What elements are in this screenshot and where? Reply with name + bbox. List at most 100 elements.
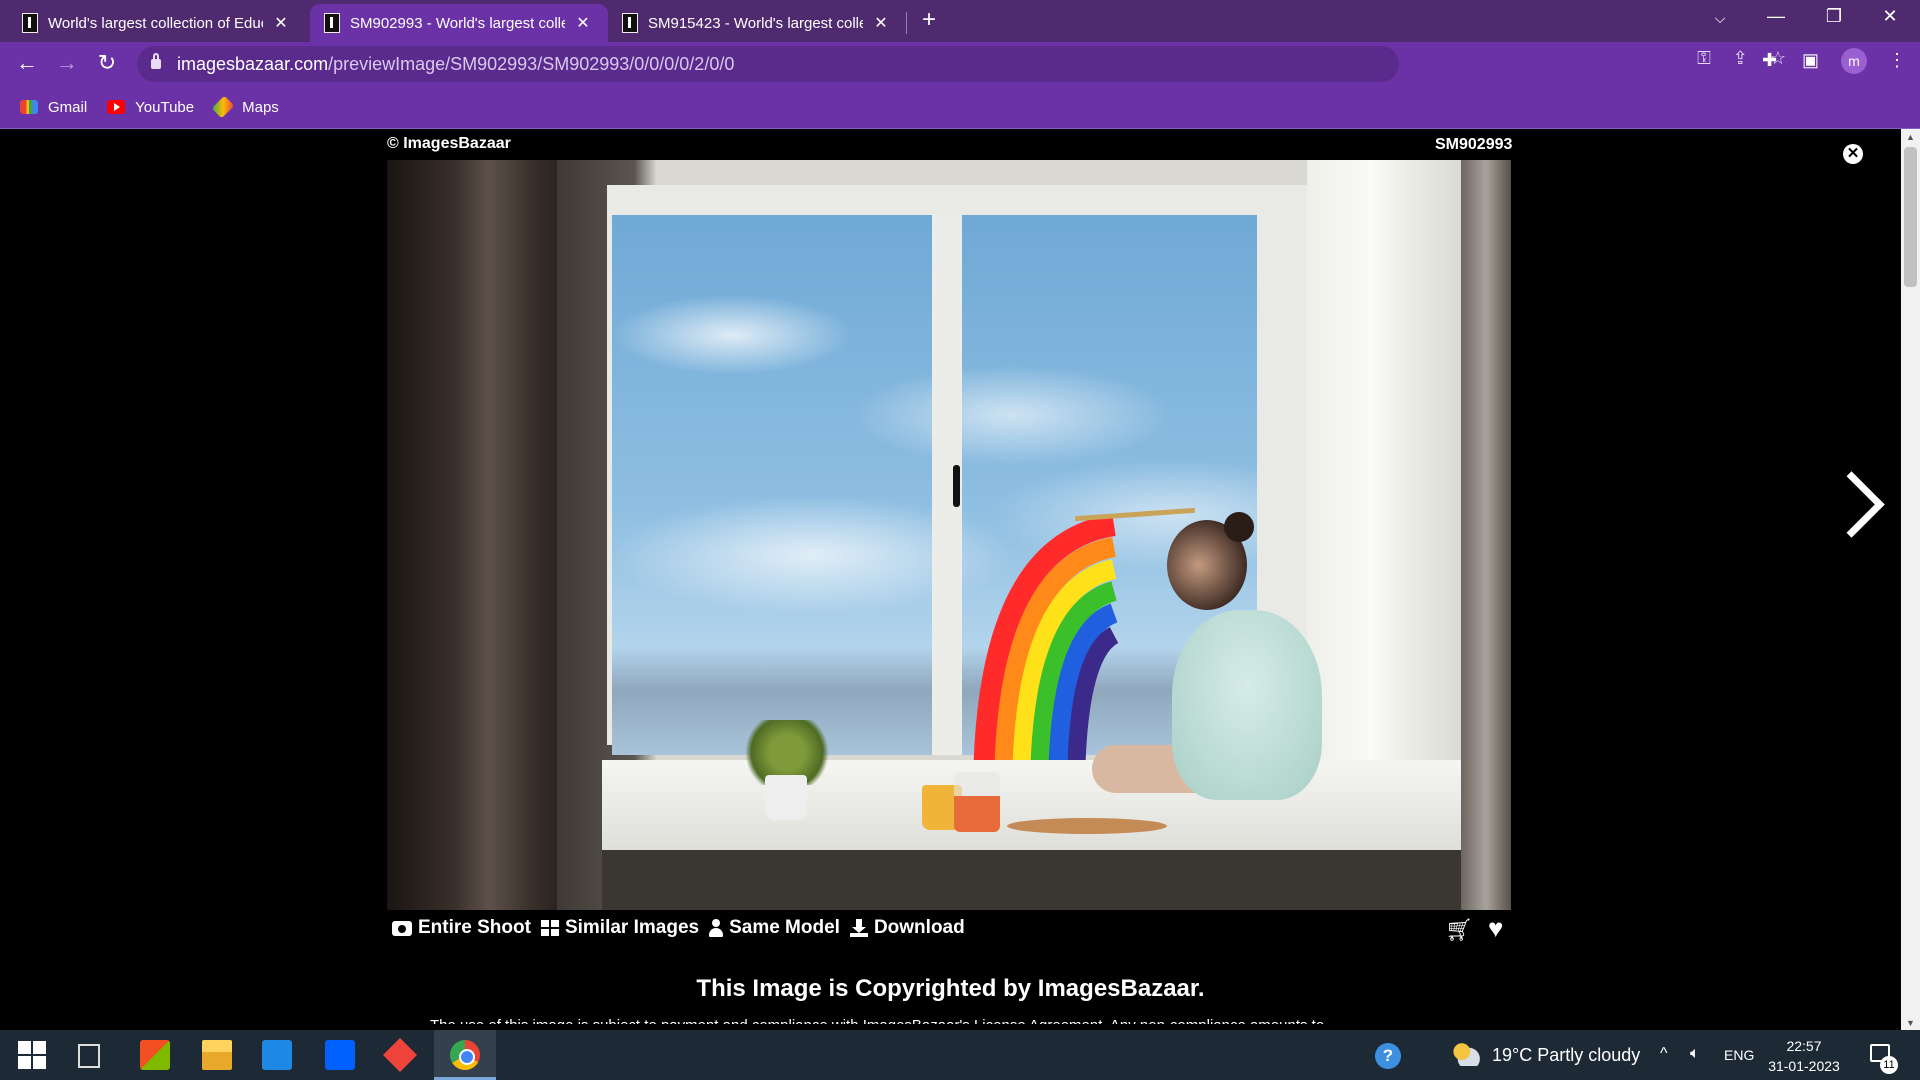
- anydesk-icon[interactable]: [383, 1038, 417, 1072]
- forward-arrow-icon[interactable]: →: [52, 50, 82, 76]
- side-panel-icon[interactable]: ▣: [1802, 50, 1819, 71]
- weather-partly-cloudy-icon[interactable]: [1452, 1042, 1480, 1066]
- clock-time: 22:57: [1786, 1038, 1822, 1054]
- copyright-heading: This Image is Copyrighted by ImagesBazaa…: [696, 975, 1205, 1002]
- tab-close-icon[interactable]: ✕: [871, 13, 891, 33]
- microsoft-store-icon[interactable]: [140, 1040, 170, 1070]
- image-credit: © ImagesBazaar: [387, 135, 511, 152]
- next-image-arrow-icon[interactable]: [1818, 471, 1885, 538]
- youtube-icon: [107, 100, 126, 114]
- language-indicator[interactable]: ENG: [1724, 1047, 1754, 1063]
- preview-image: [387, 160, 1511, 910]
- file-explorer-icon[interactable]: [202, 1040, 232, 1070]
- camera-icon: [392, 920, 412, 936]
- tab-sm902993[interactable]: SM902993 - World's largest colle ✕: [310, 4, 608, 42]
- clock-date: 31-01-2023: [1768, 1058, 1840, 1074]
- back-arrow-icon[interactable]: ←: [12, 50, 42, 76]
- scroll-thumb[interactable]: [1904, 147, 1917, 287]
- window-close-icon[interactable]: ✕: [1862, 6, 1918, 27]
- task-view-icon[interactable]: [78, 1044, 100, 1068]
- page-scrollbar[interactable]: ▲ ▼: [1901, 129, 1920, 1030]
- tab-title: SM902993 - World's largest colle: [350, 14, 565, 32]
- help-icon[interactable]: ?: [1375, 1043, 1401, 1069]
- photo-curtain-right: [1461, 160, 1511, 910]
- dropbox-icon[interactable]: [325, 1040, 355, 1070]
- lock-icon[interactable]: [151, 53, 161, 69]
- tab-divider: [906, 12, 907, 34]
- image-actions: Entire Shoot Similar Images Same Model D…: [392, 917, 975, 939]
- url-text[interactable]: imagesbazaar.com/previewImage/SM902993/S…: [177, 54, 734, 75]
- imagesbazaar-favicon-icon: [22, 13, 38, 33]
- tab-strip: World's largest collection of Educ ✕ SM9…: [0, 0, 1920, 42]
- photo-sill-edge: [602, 850, 1462, 910]
- photo-palette: [1007, 818, 1167, 834]
- tray-chevron-up-icon[interactable]: ^: [1660, 1045, 1668, 1063]
- similar-images-button[interactable]: Similar Images: [540, 917, 700, 939]
- action-label: Same Model: [729, 917, 840, 938]
- menu-kebab-icon[interactable]: ⋮: [1888, 50, 1906, 71]
- bookmark-label: Maps: [242, 98, 279, 116]
- photo-jar: [954, 772, 1000, 832]
- close-preview-icon[interactable]: ✕: [1843, 144, 1863, 164]
- photo-window-handle: [953, 465, 960, 507]
- tab-title: SM915423 - World's largest colle: [648, 14, 863, 32]
- photo-plant-pot: [765, 775, 807, 820]
- favorite-heart-icon[interactable]: ♥: [1488, 913, 1503, 944]
- volume-icon[interactable]: 🔈︎: [1690, 1045, 1700, 1063]
- reload-icon[interactable]: ↻: [92, 50, 122, 76]
- windows-start-icon[interactable]: [18, 1041, 46, 1069]
- tab-title: World's largest collection of Educ: [48, 14, 263, 32]
- tab-search-chevron-icon[interactable]: ⌵: [1692, 10, 1748, 27]
- new-tab-plus-icon[interactable]: +: [922, 6, 936, 34]
- restore-icon[interactable]: ❐: [1806, 6, 1862, 27]
- photo-curtain-left: [387, 160, 557, 910]
- weather-widget[interactable]: 19°C Partly cloudy: [1492, 1045, 1640, 1066]
- photo-girl-body: [1172, 610, 1322, 800]
- download-button[interactable]: Download: [849, 917, 965, 939]
- download-icon: [849, 919, 868, 937]
- maps-icon: [211, 95, 235, 119]
- bookmark-label: YouTube: [135, 98, 195, 116]
- gmail-icon: [20, 100, 38, 114]
- cart-icon[interactable]: 🛒︎: [1445, 917, 1473, 943]
- notification-badge: 11: [1880, 1056, 1898, 1074]
- photo-girl-bun: [1224, 512, 1254, 542]
- browser-toolbar: ← → ↻ imagesbazaar.com/previewImage/SM90…: [0, 42, 1920, 86]
- tab-sm915423[interactable]: SM915423 - World's largest colle ✕: [608, 4, 891, 42]
- action-label: Similar Images: [564, 917, 700, 938]
- mail-icon[interactable]: [262, 1040, 292, 1070]
- windows-taskbar: ? 19°C Partly cloudy ^ 🔈︎ ENG 22:57 31-0…: [0, 1030, 1920, 1080]
- same-model-button[interactable]: Same Model: [709, 917, 840, 939]
- action-label: Entire Shoot: [418, 917, 531, 938]
- bookmark-youtube[interactable]: YouTube: [107, 99, 194, 116]
- weather-desc: Partly cloudy: [1537, 1045, 1641, 1065]
- entire-shoot-button[interactable]: Entire Shoot: [392, 917, 531, 939]
- chrome-icon[interactable]: [450, 1040, 480, 1070]
- profile-avatar[interactable]: m: [1841, 48, 1867, 74]
- minimize-icon[interactable]: —: [1748, 6, 1804, 27]
- weather-temp: 19°C: [1492, 1045, 1533, 1065]
- clock[interactable]: 22:57 31-01-2023: [1768, 1036, 1840, 1076]
- scroll-up-arrow-icon[interactable]: ▲: [1901, 132, 1920, 142]
- bookmarks-bar: Gmail YouTube Maps: [0, 86, 1920, 129]
- imagesbazaar-favicon-icon: [622, 13, 638, 33]
- preview-page: © ImagesBazaar SM902993 ✕ Entire Shoot S…: [0, 129, 1920, 1030]
- bookmark-maps[interactable]: Maps: [211, 95, 279, 119]
- person-icon: [709, 919, 724, 937]
- photo-sill: [602, 760, 1462, 860]
- image-id: SM902993: [1435, 136, 1513, 153]
- scroll-down-arrow-icon[interactable]: ▼: [1901, 1018, 1920, 1028]
- tab-close-icon[interactable]: ✕: [573, 13, 593, 33]
- extensions-puzzle-icon[interactable]: ✚: [1762, 50, 1777, 71]
- share-icon[interactable]: ⇪: [1733, 48, 1748, 69]
- imagesbazaar-favicon-icon: [324, 13, 340, 33]
- bookmark-label: Gmail: [48, 98, 88, 116]
- key-icon[interactable]: ⚿: [1697, 48, 1711, 69]
- address-bar[interactable]: imagesbazaar.com/previewImage/SM902993/S…: [137, 46, 1399, 82]
- bookmark-gmail[interactable]: Gmail: [20, 99, 87, 116]
- tab-close-icon[interactable]: ✕: [271, 13, 291, 33]
- grid-icon: [540, 920, 559, 936]
- license-text: The use of this image is subject to paym…: [430, 1015, 1480, 1024]
- action-label: Download: [873, 917, 965, 938]
- tab-educ[interactable]: World's largest collection of Educ ✕: [8, 4, 291, 42]
